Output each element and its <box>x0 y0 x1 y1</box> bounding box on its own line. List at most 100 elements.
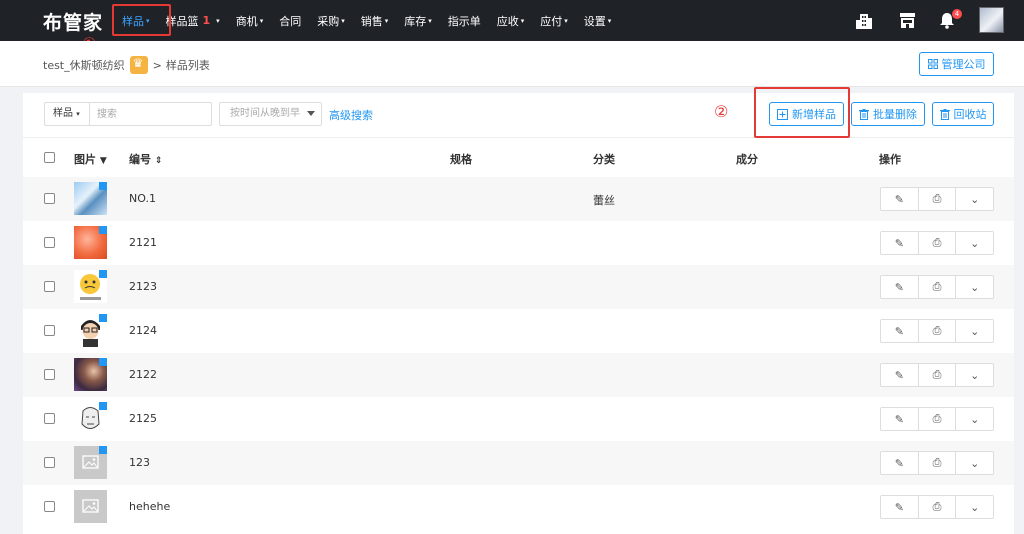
chevron-down-icon[interactable]: ⌄ <box>956 320 993 342</box>
table-row[interactable]: 2122 ✎ ⎙ ⌄ <box>23 353 1014 397</box>
nav-item-inventory[interactable]: 库存 ▾ <box>396 0 440 41</box>
chevron-down-icon: ▾ <box>520 16 525 25</box>
nav-item-receivables[interactable]: 应收 ▾ <box>489 0 533 41</box>
advanced-search-link[interactable]: 高级搜索 <box>329 107 373 123</box>
edit-icon[interactable]: ✎ <box>881 320 919 342</box>
print-icon[interactable]: ⎙ <box>919 496 957 518</box>
cell-code: 2125 <box>129 412 157 425</box>
row-checkbox[interactable] <box>44 325 55 336</box>
table-row[interactable]: NO.1 蕾丝 ✎ ⎙ ⌄ <box>23 177 1014 221</box>
sample-thumbnail[interactable] <box>74 446 107 479</box>
store-icon[interactable] <box>899 12 916 29</box>
breadcrumb: test_休斯顿纺织 > 样品列表 <box>43 56 210 74</box>
nav-label: 合同 <box>279 14 302 28</box>
manage-company-button[interactable]: 管理公司 <box>919 52 994 76</box>
row-checkbox[interactable] <box>44 369 55 380</box>
edit-icon[interactable]: ✎ <box>881 496 919 518</box>
edit-icon[interactable]: ✎ <box>881 276 919 298</box>
row-actions: ✎ ⎙ ⌄ <box>880 187 994 211</box>
sample-thumbnail[interactable] <box>74 358 107 391</box>
column-header-composition: 成分 <box>736 153 758 166</box>
filter-icon[interactable]: ▼ <box>100 156 107 166</box>
nav-item-purchase[interactable]: 采购 ▾ <box>309 0 353 41</box>
chevron-down-icon[interactable]: ⌄ <box>956 364 993 386</box>
edit-icon[interactable]: ✎ <box>881 188 919 210</box>
grid-icon <box>927 59 938 69</box>
nav-item-sales[interactable]: 销售 ▾ <box>353 0 397 41</box>
sort-icon[interactable]: ⇕ <box>155 156 163 166</box>
company-building-icon[interactable] <box>855 12 873 30</box>
notification-badge: 4 <box>952 9 962 19</box>
row-checkbox[interactable] <box>44 237 55 248</box>
print-icon[interactable]: ⎙ <box>919 364 957 386</box>
sample-thumbnail[interactable] <box>74 226 107 259</box>
table-row[interactable]: hehehe ✎ ⎙ ⌄ <box>23 485 1014 529</box>
nav-item-payables[interactable]: 应付 ▾ <box>532 0 576 41</box>
app-logo[interactable]: 布管家 <box>43 8 103 35</box>
chevron-down-icon[interactable]: ⌄ <box>956 408 993 430</box>
sort-order-value: 按时间从晚到早 <box>230 108 300 119</box>
row-checkbox[interactable] <box>44 413 55 424</box>
image-tag-icon <box>99 270 107 278</box>
sort-order-select[interactable]: 按时间从晚到早 <box>219 102 322 126</box>
nav-label: 商机 <box>235 14 258 28</box>
cell-code: hehehe <box>129 500 171 513</box>
breadcrumb-current-page: 样品列表 <box>165 59 210 72</box>
sample-list-panel: 样品 ▾ 按时间从晚到早 高级搜索 新增样品 批量删除 回收站 图片 ▼ <box>23 93 1014 534</box>
row-checkbox[interactable] <box>44 501 55 512</box>
sample-thumbnail[interactable] <box>74 490 107 523</box>
image-tag-icon <box>99 358 107 366</box>
table-row[interactable]: 123 ✎ ⎙ ⌄ <box>23 441 1014 485</box>
nav-item-opportunities[interactable]: 商机 ▾ <box>228 0 272 41</box>
image-tag-icon <box>99 226 107 234</box>
print-icon[interactable]: ⎙ <box>919 188 957 210</box>
chevron-down-icon[interactable]: ⌄ <box>956 232 993 254</box>
edit-icon[interactable]: ✎ <box>881 408 919 430</box>
basket-count-badge: 1 <box>202 14 211 27</box>
sample-thumbnail[interactable] <box>74 270 107 303</box>
user-avatar[interactable] <box>979 7 1004 33</box>
edit-icon[interactable]: ✎ <box>881 232 919 254</box>
chevron-down-icon[interactable]: ⌄ <box>956 276 993 298</box>
edit-icon[interactable]: ✎ <box>881 364 919 386</box>
nav-item-settings[interactable]: 设置 ▾ <box>576 0 620 41</box>
main-nav: 样品 ▾ 样品篮 1 ▾ 商机 ▾ 合同 采购 ▾ 销售 ▾ 库存 ▾ 指示单 应收 ▾ 应付 ▾… <box>114 0 619 41</box>
row-checkbox[interactable] <box>44 281 55 292</box>
batch-delete-button[interactable]: 批量删除 <box>851 102 925 126</box>
row-actions: ✎ ⎙ ⌄ <box>880 451 994 475</box>
print-icon[interactable]: ⎙ <box>919 232 957 254</box>
sample-thumbnail[interactable] <box>74 402 107 435</box>
print-icon[interactable]: ⎙ <box>919 320 957 342</box>
recycle-bin-button[interactable]: 回收站 <box>932 102 994 126</box>
chevron-down-icon: ▾ <box>428 16 432 25</box>
breadcrumb-company[interactable]: test_休斯顿纺织 <box>43 57 125 73</box>
chevron-down-icon: ▾ <box>259 16 264 25</box>
nav-item-instructions[interactable]: 指示单 <box>440 0 489 41</box>
nav-label: 应付 <box>540 14 563 28</box>
print-icon[interactable]: ⎙ <box>919 408 957 430</box>
nav-label: 销售 <box>360 14 383 28</box>
edit-icon[interactable]: ✎ <box>881 452 919 474</box>
nav-item-contracts[interactable]: 合同 <box>271 0 309 41</box>
cell-code: NO.1 <box>129 192 156 205</box>
chevron-down-icon: ▾ <box>341 16 345 25</box>
image-placeholder-icon <box>82 499 99 513</box>
search-input[interactable] <box>89 102 212 126</box>
chevron-down-icon[interactable]: ⌄ <box>956 496 993 518</box>
row-checkbox[interactable] <box>44 457 55 468</box>
column-header-code[interactable]: 编号 ⇕ <box>129 151 162 167</box>
sample-thumbnail[interactable] <box>74 314 107 347</box>
select-all-checkbox[interactable] <box>44 152 55 163</box>
row-checkbox[interactable] <box>44 193 55 204</box>
print-icon[interactable]: ⎙ <box>919 276 957 298</box>
table-row[interactable]: 2121 ✎ ⎙ ⌄ <box>23 221 1014 265</box>
chevron-down-icon[interactable]: ⌄ <box>956 452 993 474</box>
chevron-down-icon[interactable]: ⌄ <box>956 188 993 210</box>
table-row[interactable]: 2123 ✎ ⎙ ⌄ <box>23 265 1014 309</box>
sample-thumbnail[interactable] <box>74 182 107 215</box>
table-row[interactable]: 2124 ✎ ⎙ ⌄ <box>23 309 1014 353</box>
table-row[interactable]: 2125 ✎ ⎙ ⌄ <box>23 397 1014 441</box>
chevron-down-icon: ▾ <box>384 16 389 25</box>
table-header: 图片 ▼ 编号 ⇕ 规格 分类 成分 操作 <box>23 137 1014 177</box>
print-icon[interactable]: ⎙ <box>919 452 957 474</box>
